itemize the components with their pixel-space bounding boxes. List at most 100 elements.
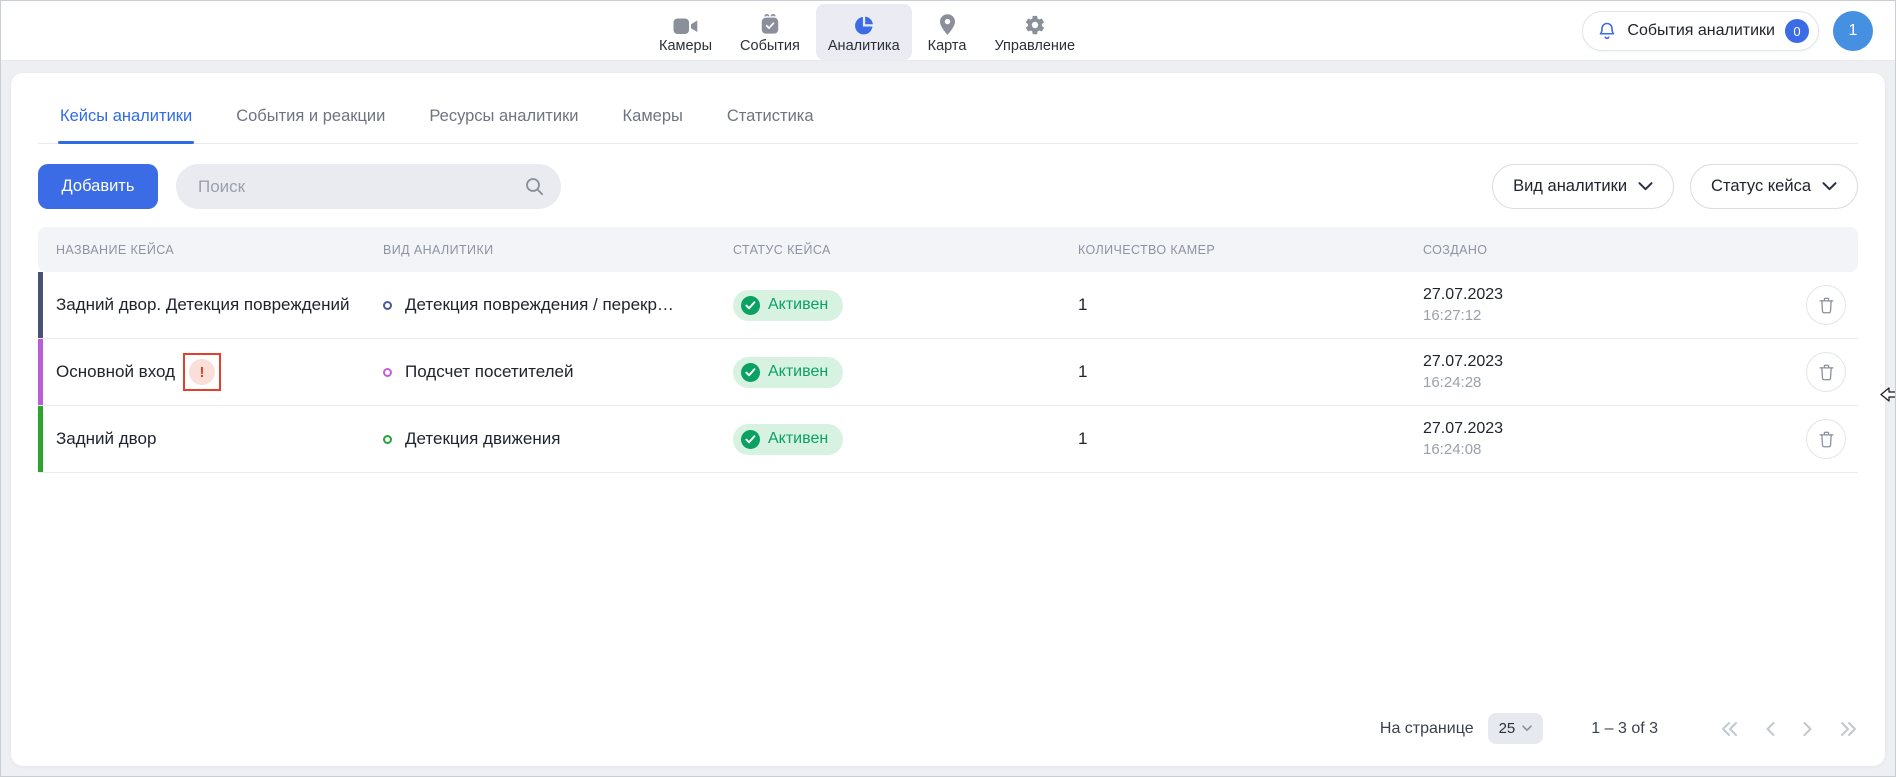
mouse-cursor [1880,387,1896,407]
camera-count: 1 [1078,295,1423,315]
calendar-check-icon [759,12,781,36]
trash-icon [1818,363,1835,382]
analytics-type-label: Детекция повреждения / перекр… [405,295,674,315]
status-badge-label: Активен [768,430,828,448]
table-footer: На странице 25 1 – 3 of 3 [11,713,1885,766]
delete-case-button[interactable] [1806,285,1846,325]
next-page-button[interactable] [1802,721,1813,737]
tab-statistics[interactable]: Статистика [725,89,816,143]
gear-icon [1024,12,1046,36]
app-screen: Камеры События Аналитика Карта [0,0,1896,777]
column-header-status: СТАТУС КЕЙСА [733,243,1078,257]
created-date: 27.07.2023 [1423,351,1793,373]
chevron-down-icon [1822,182,1837,191]
per-page-label: На странице [1380,720,1474,738]
status-check-icon [741,363,760,382]
row-accent-bar [38,272,43,338]
nav-item-analytics[interactable]: Аналитика [816,4,912,60]
analytics-type-filter[interactable]: Вид аналитики [1492,164,1674,209]
cases-table: НАЗВАНИЕ КЕЙСА ВИД АНАЛИТИКИ СТАТУС КЕЙС… [38,227,1858,473]
status-check-icon [741,430,760,449]
status-check-icon [741,296,760,315]
table-row[interactable]: Задний двор Детекция движения Активен 1 [38,406,1858,473]
table-body: Задний двор. Детекция повреждений Детекц… [38,272,1858,473]
analytics-type-icon [383,435,392,444]
column-header-type: ВИД АНАЛИТИКИ [383,243,733,257]
table-row[interactable]: Задний двор. Детекция повреждений Детекц… [38,272,1858,339]
nav-item-map[interactable]: Карта [916,4,979,60]
created-date: 27.07.2023 [1423,418,1793,440]
pagination-controls [1720,721,1858,737]
analytics-type-icon [383,368,392,377]
tab-analytics-resources[interactable]: Ресурсы аналитики [427,89,580,143]
nav-item-label: Карта [928,38,967,54]
bell-icon [1597,20,1617,42]
column-header-created: СОЗДАНО [1423,243,1793,257]
delete-case-button[interactable] [1806,419,1846,459]
nav-item-label: Камеры [659,38,712,54]
analytics-tabs: Кейсы аналитики События и реакции Ресурс… [38,89,1858,144]
chevron-down-icon [1522,725,1532,732]
case-name: Задний двор. Детекция повреждений [56,295,349,315]
created-time: 16:24:28 [1423,373,1793,393]
warning-annotation: ! [183,353,221,391]
search-icon [524,176,545,202]
content-card: Кейсы аналитики События и реакции Ресурс… [11,73,1885,766]
nav-item-settings[interactable]: Управление [982,4,1087,60]
analytics-type-icon [383,301,392,310]
nav-item-label: Управление [994,38,1075,54]
case-name: Основной вход [56,362,175,382]
pagination-range: 1 – 3 of 3 [1591,720,1658,738]
row-accent-bar [38,339,43,405]
status-badge: Активен [733,290,843,321]
analytics-events-label: События аналитики [1627,22,1775,40]
tab-analytics-cases[interactable]: Кейсы аналитики [58,89,194,143]
last-page-button[interactable] [1839,721,1858,737]
case-status-filter[interactable]: Статус кейса [1690,164,1858,209]
column-header-name: НАЗВАНИЕ КЕЙСА [38,243,383,257]
status-badge-label: Активен [768,363,828,381]
camera-count: 1 [1078,362,1423,382]
table-header-row: НАЗВАНИЕ КЕЙСА ВИД АНАЛИТИКИ СТАТУС КЕЙС… [38,227,1858,272]
created-time: 16:27:12 [1423,306,1793,326]
table-row[interactable]: Основной вход ! Подсчет посетителей Акти… [38,339,1858,406]
nav-item-label: События [740,38,800,54]
status-badge: Активен [733,424,843,455]
prev-page-button[interactable] [1765,721,1776,737]
first-page-button[interactable] [1720,721,1739,737]
case-status-filter-label: Статус кейса [1711,177,1811,196]
video-camera-icon [673,12,698,36]
trash-icon [1818,430,1835,449]
search-input[interactable] [176,164,561,209]
events-count-badge: 0 [1785,19,1809,43]
tab-events-reactions[interactable]: События и реакции [234,89,387,143]
column-header-cameras: КОЛИЧЕСТВО КАМЕР [1078,243,1423,257]
created-date: 27.07.2023 [1423,284,1793,306]
per-page-value: 25 [1499,720,1516,737]
trash-icon [1818,296,1835,315]
case-name: Задний двор [56,429,156,449]
tab-cameras[interactable]: Камеры [621,89,685,143]
analytics-type-label: Детекция движения [405,429,560,449]
add-case-button[interactable]: Добавить [38,164,158,209]
analytics-events-button[interactable]: События аналитики 0 [1582,11,1819,51]
search-field [176,164,561,209]
warning-icon: ! [189,359,215,385]
nav-item-events[interactable]: События [728,4,812,60]
nav-item-cameras[interactable]: Камеры [647,4,724,60]
analytics-type-label: Подсчет посетителей [405,362,573,382]
toolbar: Добавить Вид аналитики Статус кейса [38,164,1858,209]
created-time: 16:24:08 [1423,440,1793,460]
per-page-selector[interactable]: 25 [1488,713,1544,744]
main-nav: Камеры События Аналитика Карта [647,1,1087,61]
map-pin-icon [938,12,957,36]
chevron-down-icon [1638,182,1653,191]
delete-case-button[interactable] [1806,352,1846,392]
row-accent-bar [38,406,43,472]
status-badge: Активен [733,357,843,388]
camera-count: 1 [1078,429,1423,449]
user-avatar[interactable]: 1 [1833,11,1873,51]
pie-chart-icon [853,12,875,36]
top-navigation-bar: Камеры События Аналитика Карта [1,1,1895,61]
status-badge-label: Активен [768,296,828,314]
